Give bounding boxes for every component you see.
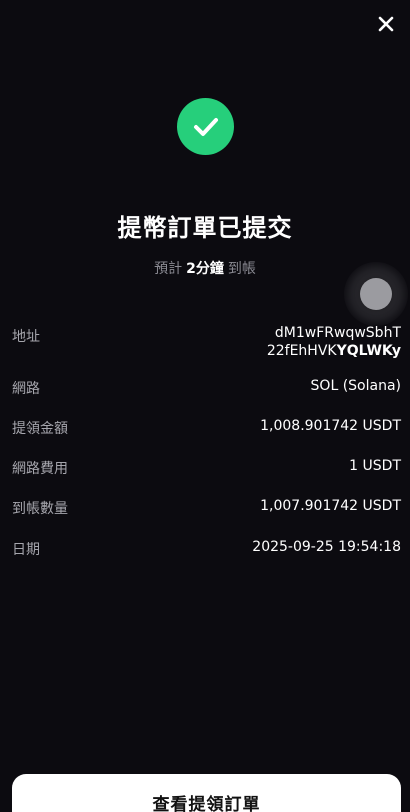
date-label: 日期 xyxy=(12,542,40,558)
amount-row: 提領金額 1,008.901742 USDT xyxy=(12,418,401,438)
fee-value: 1 USDT xyxy=(349,458,401,474)
assistive-touch-icon xyxy=(360,278,392,310)
view-withdrawal-orders-label: 查看提領訂單 xyxy=(152,795,261,812)
network-label: 網路 xyxy=(12,381,40,397)
view-withdrawal-orders-button[interactable]: 查看提領訂單 xyxy=(12,774,401,812)
amount-label: 提領金額 xyxy=(12,421,68,437)
eta-suffix: 到帳 xyxy=(227,261,256,277)
date-value: 2025-09-25 19:54:18 xyxy=(252,539,401,555)
address-line-1: dM1wFRwqwSbhT xyxy=(274,325,401,341)
fee-row: 網路費用 1 USDT xyxy=(12,458,401,478)
received-value: 1,007.901742 USDT xyxy=(260,498,401,514)
received-label: 到帳數量 xyxy=(12,501,68,517)
assistive-touch-button[interactable] xyxy=(344,262,408,326)
received-row: 到帳數量 1,007.901742 USDT xyxy=(12,498,401,518)
arrival-estimate: 預計 2分鐘 到帳 xyxy=(0,258,410,278)
network-row: 網路 SOL (Solana) xyxy=(12,378,401,398)
fee-label: 網路費用 xyxy=(12,461,68,477)
address-label: 地址 xyxy=(12,329,40,345)
eta-prefix: 預計 xyxy=(154,261,183,277)
network-value: SOL (Solana) xyxy=(310,378,401,394)
success-badge xyxy=(177,98,234,155)
address-line-2-prefix: 22fEhHVK xyxy=(266,343,337,359)
address-value: dM1wFRwqwSbhT 22fEhHVKYQLWKy xyxy=(211,324,401,360)
date-row: 日期 2025-09-25 19:54:18 xyxy=(12,539,401,559)
address-line-2-bold: YQLWKy xyxy=(336,343,401,359)
close-button[interactable] xyxy=(375,13,397,35)
page-title: 提幣訂單已提交 xyxy=(117,214,293,242)
close-icon xyxy=(378,16,394,32)
eta-value: 2分鐘 xyxy=(186,261,224,277)
checkmark-icon xyxy=(193,117,218,136)
address-line-2: 22fEhHVKYQLWKy xyxy=(211,342,401,360)
amount-value: 1,008.901742 USDT xyxy=(260,418,401,434)
withdraw-submitted-screen: 提幣訂單已提交 預計 2分鐘 到帳 地址 dM1wFRwqwSbhT 22fEhHV… xyxy=(0,0,410,812)
